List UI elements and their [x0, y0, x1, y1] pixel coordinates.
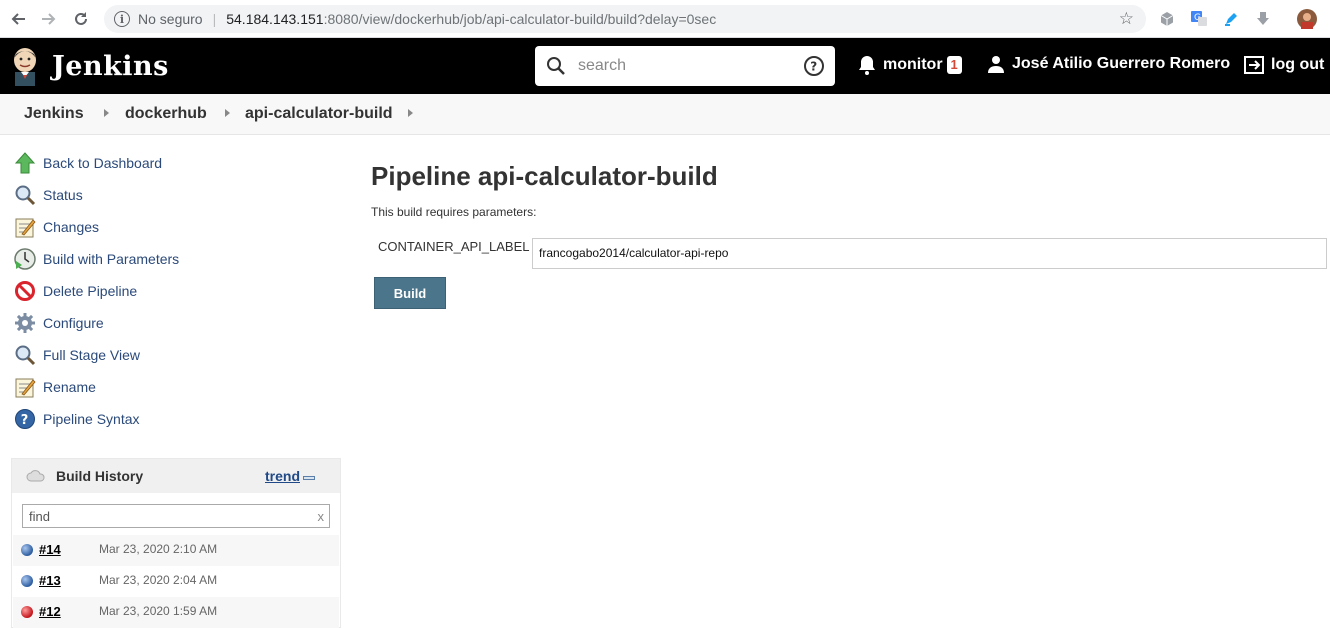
divider: | [212, 11, 217, 27]
cube-extension-icon[interactable] [1157, 9, 1177, 29]
chevron-right-icon[interactable] [104, 109, 109, 117]
filter-placeholder: find [29, 509, 50, 524]
jenkins-butler-icon [14, 48, 36, 86]
build-date[interactable]: Mar 23, 2020 2:04 AM [99, 573, 217, 587]
sidebar-item-label: Rename [43, 379, 96, 395]
build-number-link[interactable]: #13 [39, 573, 61, 588]
translate-extension-icon[interactable]: G [1189, 9, 1209, 29]
build-history-header: Build History trend [12, 459, 340, 493]
clock-play-icon [13, 247, 37, 271]
logout-icon [1244, 56, 1264, 74]
clear-filter-icon[interactable]: x [318, 509, 325, 524]
url-host: 54.184.143.151 [226, 11, 324, 27]
build-row: #14 Mar 23, 2020 2:10 AM [13, 535, 339, 566]
build-row: #12 Mar 23, 2020 1:59 AM [13, 597, 339, 628]
breadcrumb: Jenkins dockerhub api-calculator-build [0, 94, 1330, 135]
up-arrow-icon [13, 151, 37, 175]
sidebar-item-label: Build with Parameters [43, 251, 180, 267]
search-placeholder: search [578, 57, 627, 74]
logout-label: log out [1271, 56, 1325, 73]
sidebar-item-label: Full Stage View [43, 347, 141, 363]
status-ball-icon [21, 544, 33, 556]
sidebar-item-status[interactable]: Status [13, 183, 83, 207]
build-filter-input[interactable]: find x [22, 504, 330, 528]
parameter-label: CONTAINER_API_LABEL [378, 239, 530, 254]
app-title: Jenkins [52, 50, 169, 82]
security-label: No seguro [138, 11, 203, 27]
sidebar-item-label: Delete Pipeline [43, 283, 138, 299]
svg-text:?: ? [21, 413, 29, 428]
browser-toolbar: i No seguro | 54.184.143.151:8080/view/d… [0, 0, 1330, 38]
build-history-panel: Build History trend find x #14 Mar 23, 2… [11, 458, 341, 628]
sidebar-item-full-stage-view[interactable]: Full Stage View [13, 343, 140, 367]
build-history-title: Build History [56, 468, 144, 484]
notepad-icon [13, 215, 37, 239]
reload-icon[interactable] [70, 8, 92, 30]
user-name: José Atilio Guerrero Romero [1012, 55, 1231, 72]
breadcrumb-jenkins[interactable]: Jenkins [24, 105, 84, 123]
breadcrumb-job[interactable]: api-calculator-build [245, 105, 393, 123]
status-ball-icon [21, 606, 33, 618]
download-extension-icon[interactable] [1253, 9, 1273, 29]
profile-avatar[interactable] [1297, 9, 1317, 29]
notepad-icon [13, 375, 37, 399]
search-icon [547, 57, 565, 75]
sidebar-item-label: Configure [43, 315, 104, 331]
forward-arrow-icon[interactable] [38, 8, 60, 30]
search-input[interactable]: search ? [535, 46, 835, 86]
build-number-link[interactable]: #14 [39, 542, 61, 557]
url-path: :8080/view/dockerhub/job/api-calculator-… [323, 11, 717, 27]
build-row: #13 Mar 23, 2020 2:04 AM [13, 566, 339, 597]
gear-icon [13, 311, 37, 335]
jenkins-header: Jenkins search ? monitor 1 José Atilio G… [0, 38, 1330, 94]
status-ball-icon [21, 575, 33, 587]
build-date[interactable]: Mar 23, 2020 2:10 AM [99, 542, 217, 556]
monitor-count-badge: 1 [946, 56, 962, 74]
bookmark-star-icon[interactable]: ☆ [1119, 9, 1134, 29]
collapse-icon[interactable] [303, 476, 315, 480]
info-icon[interactable]: i [114, 11, 130, 27]
sidebar-item-back-to-dashboard[interactable]: Back to Dashboard [13, 151, 162, 175]
sidebar-item-pipeline-syntax[interactable]: ? Pipeline Syntax [13, 407, 140, 431]
sidebar-item-delete-pipeline[interactable]: Delete Pipeline [13, 279, 137, 303]
container-api-label-input[interactable]: francogabo2014/calculator-api-repo [532, 238, 1327, 269]
build-date[interactable]: Mar 23, 2020 1:59 AM [99, 604, 217, 618]
help-circle-icon[interactable]: ? [803, 55, 825, 77]
back-arrow-icon[interactable] [7, 8, 29, 30]
bell-icon [859, 56, 875, 75]
sidebar-item-label: Changes [43, 219, 100, 235]
user-link[interactable]: José Atilio Guerrero Romero [987, 55, 1230, 73]
build-number-link[interactable]: #12 [39, 604, 61, 619]
help-icon: ? [13, 407, 37, 431]
page-description: This build requires parameters: [371, 205, 537, 219]
sidebar-item-rename[interactable]: Rename [13, 375, 96, 399]
magnifier-icon [13, 183, 37, 207]
logout-link[interactable]: log out [1243, 55, 1324, 75]
breadcrumb-dockerhub[interactable]: dockerhub [125, 105, 207, 123]
jenkins-logo-link[interactable]: Jenkins [10, 46, 169, 86]
build-button[interactable]: Build [374, 277, 446, 309]
trend-link[interactable]: trend [265, 468, 300, 484]
no-entry-icon [13, 279, 37, 303]
monitor-label: monitor [883, 56, 943, 73]
user-icon [988, 56, 1004, 73]
page-title: Pipeline api-calculator-build [371, 161, 718, 191]
sidebar-item-label: Pipeline Syntax [43, 411, 140, 427]
sidebar-item-build-with-parameters[interactable]: Build with Parameters [13, 247, 179, 271]
monitor-link[interactable]: monitor 1 [858, 55, 962, 75]
cloud-icon [26, 470, 45, 482]
sidebar-item-changes[interactable]: Changes [13, 215, 99, 239]
chevron-right-icon[interactable] [225, 109, 230, 117]
address-bar[interactable]: i No seguro | 54.184.143.151:8080/view/d… [104, 5, 1146, 33]
highlighter-extension-icon[interactable] [1221, 9, 1241, 29]
magnifier-icon [13, 343, 37, 367]
sidebar-item-configure[interactable]: Configure [13, 311, 104, 335]
sidebar-item-label: Back to Dashboard [43, 155, 163, 171]
chevron-right-icon[interactable] [408, 109, 413, 117]
svg-text:?: ? [810, 60, 817, 74]
sidebar-item-label: Status [43, 187, 83, 203]
